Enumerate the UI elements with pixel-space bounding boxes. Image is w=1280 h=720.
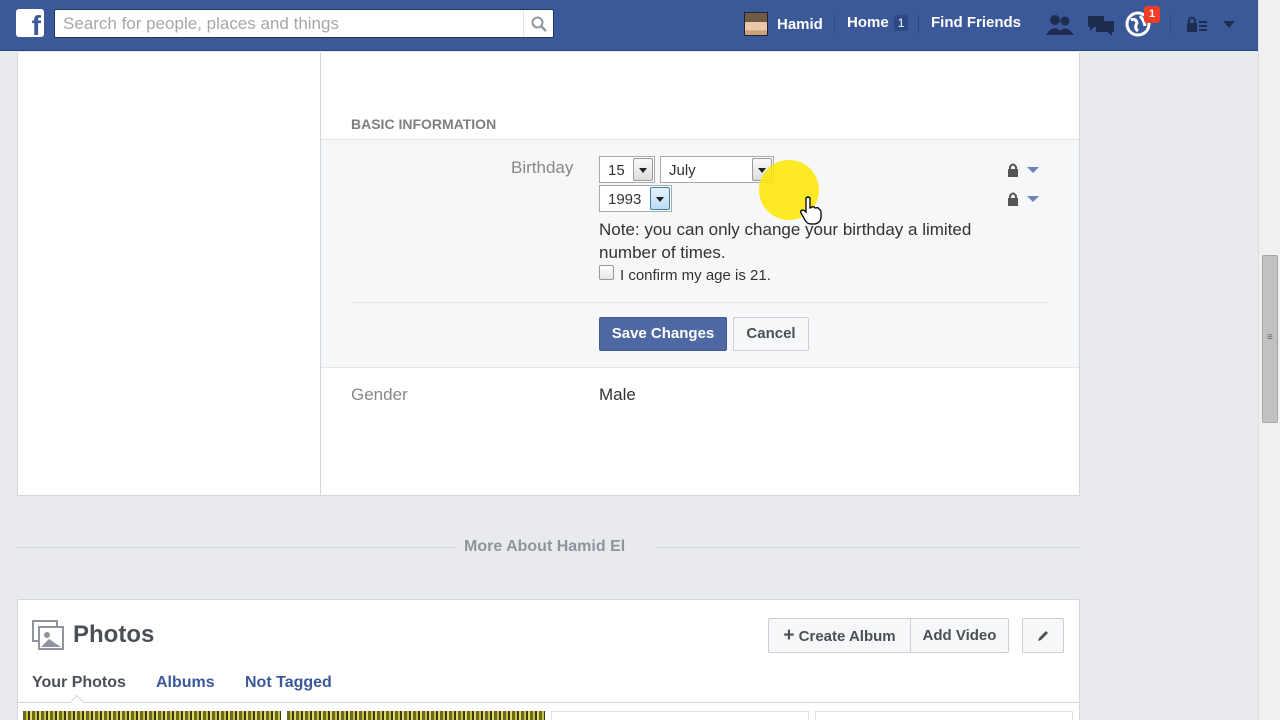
hand-cursor-icon bbox=[800, 196, 822, 225]
divider bbox=[655, 547, 1080, 548]
nav-divider bbox=[918, 14, 919, 34]
friend-requests-icon[interactable] bbox=[1045, 13, 1075, 37]
lock-icon bbox=[1008, 163, 1018, 177]
birthday-label: Birthday bbox=[511, 158, 574, 177]
lock-icon bbox=[1008, 192, 1018, 206]
birthday-day-select[interactable]: 15 bbox=[599, 156, 655, 183]
cancel-button[interactable]: Cancel bbox=[733, 317, 809, 351]
avatar bbox=[744, 12, 768, 36]
divider bbox=[17, 547, 455, 548]
create-album-button[interactable]: + Create Album bbox=[768, 618, 911, 653]
top-navigation-bar: f Hamid Home1 Find Friends 1 bbox=[0, 0, 1258, 51]
divider bbox=[351, 302, 1049, 303]
confirm-age-checkbox[interactable] bbox=[599, 265, 614, 280]
nav-divider bbox=[1170, 14, 1171, 34]
profile-name: Hamid bbox=[777, 15, 823, 33]
find-friends-link[interactable]: Find Friends bbox=[931, 14, 1021, 32]
page-scrollbar[interactable]: ≡ bbox=[1258, 0, 1280, 720]
messages-icon[interactable] bbox=[1086, 13, 1116, 37]
plus-icon: + bbox=[783, 625, 795, 646]
confirm-age-label[interactable]: I confirm my age is 21. bbox=[620, 267, 771, 284]
more-about-heading: More About Hamid El bbox=[464, 538, 626, 555]
tab-your-photos[interactable]: Your Photos bbox=[32, 674, 126, 692]
photos-title: Photos bbox=[73, 621, 155, 648]
chevron-down-icon bbox=[633, 158, 653, 181]
grip-icon: ≡ bbox=[1267, 332, 1273, 343]
search-button[interactable] bbox=[523, 10, 553, 37]
privacy-shortcuts-icon[interactable] bbox=[1185, 15, 1209, 35]
birthday-month-select[interactable]: July bbox=[660, 156, 774, 183]
photos-icon bbox=[32, 620, 64, 650]
privacy-dropdown-arrow[interactable] bbox=[1027, 196, 1039, 202]
birthday-year-select[interactable]: 1993 bbox=[599, 185, 672, 212]
privacy-dropdown-arrow[interactable] bbox=[1027, 167, 1039, 173]
profile-link[interactable]: Hamid bbox=[744, 12, 823, 36]
photo-thumbnail[interactable] bbox=[287, 711, 545, 720]
add-video-button[interactable]: Add Video bbox=[910, 618, 1009, 653]
home-link[interactable]: Home 1 bbox=[847, 14, 909, 32]
scrollbar-thumb[interactable]: ≡ bbox=[1262, 255, 1278, 423]
birthday-month-value: July bbox=[669, 162, 696, 179]
facebook-logo-glyph: f bbox=[31, 10, 41, 41]
tab-albums[interactable]: Albums bbox=[156, 674, 215, 692]
gender-value: Male bbox=[599, 385, 636, 404]
search-icon bbox=[531, 16, 547, 32]
photo-thumbnail[interactable] bbox=[815, 711, 1073, 720]
search-box bbox=[54, 9, 554, 38]
save-changes-button[interactable]: Save Changes bbox=[599, 317, 727, 351]
facebook-logo[interactable]: f bbox=[16, 9, 44, 41]
gender-label: Gender bbox=[351, 385, 408, 404]
pencil-icon bbox=[1038, 631, 1048, 641]
find-friends-label: Find Friends bbox=[931, 14, 1021, 31]
search-input[interactable] bbox=[55, 10, 523, 37]
home-label: Home bbox=[847, 14, 889, 31]
photo-thumbnail[interactable] bbox=[551, 711, 809, 720]
nav-divider bbox=[834, 14, 835, 34]
edit-photos-button[interactable] bbox=[1022, 618, 1064, 653]
account-menu-icon[interactable] bbox=[1222, 20, 1236, 30]
birthday-day-value: 15 bbox=[608, 162, 625, 179]
tab-not-tagged[interactable]: Not Tagged bbox=[245, 674, 332, 692]
home-count-badge: 1 bbox=[893, 15, 909, 31]
birthday-year-value: 1993 bbox=[608, 191, 642, 208]
photo-thumbnail[interactable] bbox=[23, 711, 281, 720]
chevron-down-icon bbox=[650, 187, 670, 210]
section-heading: BASIC INFORMATION bbox=[351, 116, 497, 132]
divider bbox=[17, 702, 1080, 703]
create-album-label: Create Album bbox=[798, 628, 896, 645]
about-sidebar bbox=[18, 52, 321, 495]
notification-count-badge: 1 bbox=[1144, 6, 1160, 23]
